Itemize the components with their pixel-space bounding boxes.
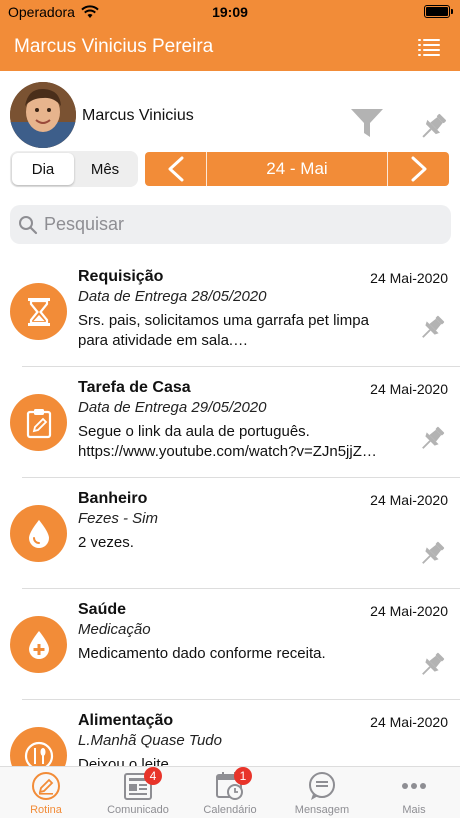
item-title: Requisição xyxy=(78,268,164,285)
message-bubble-icon xyxy=(309,772,335,800)
item-subtitle: Data de Entrega 28/05/2020 xyxy=(78,288,267,305)
notification-badge: 4 xyxy=(144,767,162,785)
routine-list: Requisição 24 Mai-2020 Data de Entrega 2… xyxy=(0,256,460,766)
item-date: 24 Mai-2020 xyxy=(370,492,448,508)
list-item[interactable]: Banheiro 24 Mai-2020 Fezes - Sim 2 vezes… xyxy=(0,478,460,589)
list-item[interactable]: Requisição 24 Mai-2020 Data de Entrega 2… xyxy=(0,256,460,367)
more-dots-icon xyxy=(402,783,426,789)
item-body: Medicamento dado conforme receita. xyxy=(78,645,326,662)
profile-row: Marcus Vinicius xyxy=(0,80,460,150)
item-subtitle: Fezes - Sim xyxy=(78,510,159,527)
tab-mais[interactable]: Mais xyxy=(368,767,460,818)
tab-rotina[interactable]: Rotina xyxy=(0,767,92,818)
search-bar xyxy=(10,205,451,244)
item-subtitle: L.Manhã Quase Tudo xyxy=(78,732,222,749)
item-body: 2 vezes. xyxy=(78,534,134,551)
item-title: Banheiro xyxy=(78,490,148,507)
status-time: 19:09 xyxy=(212,4,248,20)
avatar[interactable] xyxy=(10,82,76,148)
search-input[interactable] xyxy=(44,214,424,235)
pin-icon[interactable] xyxy=(418,423,446,455)
period-segmented-control: Dia Mês xyxy=(10,151,138,187)
health-drop-icon xyxy=(10,616,67,673)
battery-icon xyxy=(424,5,453,18)
clipboard-icon xyxy=(10,394,67,451)
edit-circle-icon xyxy=(32,772,60,800)
profile-name: Marcus Vinicius xyxy=(82,107,194,124)
list-item[interactable]: Alimentação 24 Mai-2020 L.Manhã Quase Tu… xyxy=(0,700,460,766)
item-body: Segue o link da aula de português. https… xyxy=(78,423,377,460)
tab-calendario[interactable]: 1 Calendário xyxy=(184,767,276,818)
item-date: 24 Mai-2020 xyxy=(370,270,448,286)
item-subtitle: Data de Entrega 29/05/2020 xyxy=(78,399,267,416)
chevron-left-icon xyxy=(168,156,183,182)
list-menu-icon[interactable] xyxy=(418,38,440,56)
item-body: Srs. pais, solicitamos uma garrafa pet l… xyxy=(78,312,369,349)
tab-label: Mais xyxy=(402,804,426,816)
next-date-button[interactable] xyxy=(387,152,449,186)
item-title: Alimentação xyxy=(78,712,174,729)
chevron-right-icon xyxy=(411,156,426,182)
cutlery-icon xyxy=(10,727,67,766)
filter-icon[interactable] xyxy=(350,106,384,140)
item-title: Tarefa de Casa xyxy=(78,379,191,396)
tab-mensagem[interactable]: Mensagem xyxy=(276,767,368,818)
tab-label: Calendário xyxy=(203,804,257,816)
tab-label: Rotina xyxy=(30,804,62,816)
item-date: 24 Mai-2020 xyxy=(370,603,448,619)
item-subtitle: Medicação xyxy=(78,621,151,638)
hourglass-icon xyxy=(10,283,67,340)
pin-icon[interactable] xyxy=(418,649,446,681)
segment-day[interactable]: Dia xyxy=(12,153,74,185)
header: Operadora 19:09 Marcus Vinicius Pereira xyxy=(0,0,460,71)
item-title: Saúde xyxy=(78,601,127,618)
tab-comunicado[interactable]: 4 Comunicado xyxy=(92,767,184,818)
avatar-image xyxy=(10,82,76,148)
item-date: 24 Mai-2020 xyxy=(370,381,448,397)
tab-label: Mensagem xyxy=(294,804,350,816)
date-navigator: 24 - Mai xyxy=(145,152,449,186)
tab-label: Comunicado xyxy=(107,804,169,816)
previous-date-button[interactable] xyxy=(145,152,207,186)
pin-icon[interactable] xyxy=(418,312,446,344)
drop-icon xyxy=(10,505,67,562)
nav-title: Marcus Vinicius Pereira xyxy=(14,36,214,57)
item-date: 24 Mai-2020 xyxy=(370,714,448,730)
date-label: 24 - Mai xyxy=(266,159,328,178)
pin-icon[interactable] xyxy=(418,538,446,570)
list-item[interactable]: Tarefa de Casa 24 Mai-2020 Data de Entre… xyxy=(0,367,460,478)
tab-bar: Rotina 4 Comunicado 1 Calendário Mensage… xyxy=(0,766,460,818)
segment-month[interactable]: Mês xyxy=(74,153,136,185)
status-bar: Operadora 19:09 xyxy=(0,0,460,24)
item-body: Deixou o leite xyxy=(78,756,169,766)
list-item[interactable]: Saúde 24 Mai-2020 Medicação Medicamento … xyxy=(0,589,460,700)
notification-badge: 1 xyxy=(234,767,252,785)
pin-icon[interactable] xyxy=(418,112,448,142)
search-icon xyxy=(19,215,38,234)
